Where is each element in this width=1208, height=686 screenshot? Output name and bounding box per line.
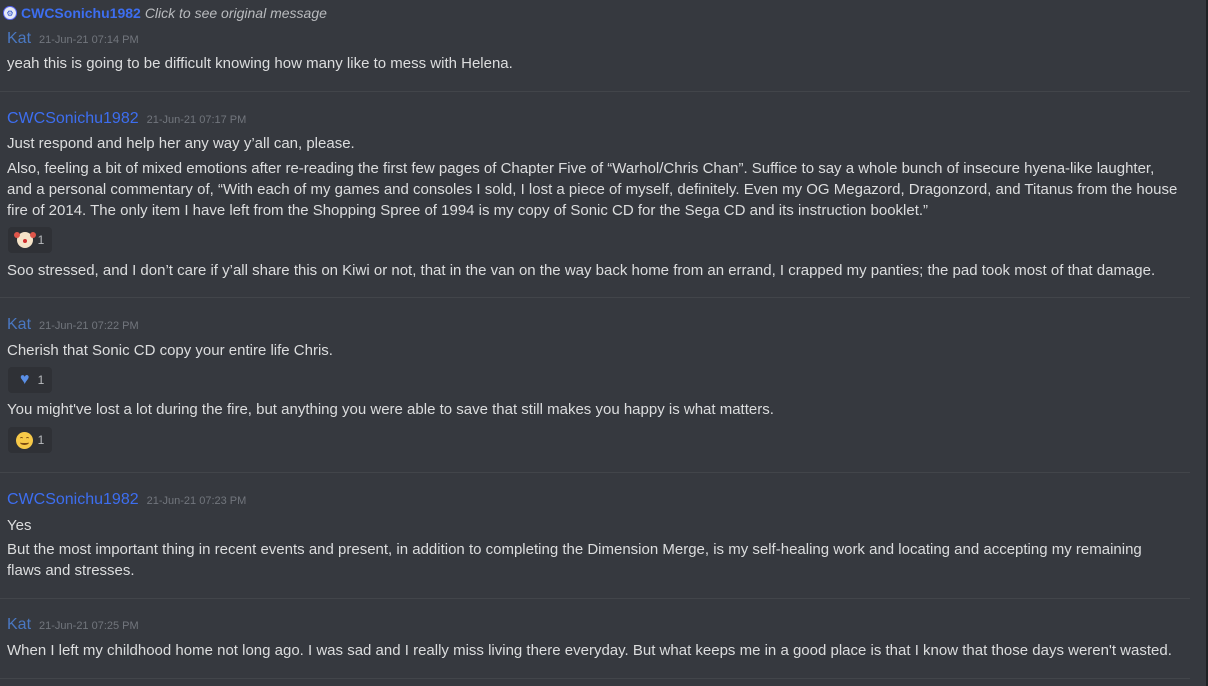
reply-avatar: ⚙: [3, 6, 17, 20]
message-header: Kat 21-Jun-21 07:22 PM: [7, 316, 139, 334]
message-divider: [0, 472, 1190, 473]
reaction-count: 1: [37, 373, 45, 387]
message-divider: [0, 678, 1190, 679]
message-text: flaws and stresses.: [7, 562, 135, 579]
message-header: CWCSonichu1982 21-Jun-21 07:17 PM: [7, 110, 246, 128]
message-text: fire of 2014. The only item I have left …: [7, 202, 929, 219]
reply-original-link[interactable]: Click to see original message: [145, 5, 327, 21]
message-divider: [0, 91, 1190, 92]
reply-reference[interactable]: ⚙ CWCSonichu1982 Click to see original m…: [3, 3, 327, 23]
message-text: yeah this is going to be difficult knowi…: [7, 55, 513, 72]
message-header: Kat 21-Jun-21 07:25 PM: [7, 616, 139, 634]
message-text: Also, feeling a bit of mixed emotions af…: [7, 160, 1155, 177]
message-text: Soo stressed, and I don’t care if y’all …: [7, 262, 1156, 279]
message-author[interactable]: Kat: [7, 616, 31, 634]
chat-log: ⚙ CWCSonichu1982 Click to see original m…: [0, 0, 1208, 686]
message-text: But the most important thing in recent e…: [7, 541, 1142, 558]
message-timestamp: 21-Jun-21 07:17 PM: [146, 114, 247, 126]
message-header: CWCSonichu1982 21-Jun-21 07:23 PM: [7, 491, 246, 509]
message-timestamp: 21-Jun-21 07:22 PM: [39, 320, 139, 332]
reaction-count: 1: [37, 433, 45, 447]
message-text: When I left my childhood home not long a…: [7, 642, 1172, 659]
reaction-blue-heart[interactable]: ♥ 1: [8, 367, 52, 393]
message-author[interactable]: Kat: [7, 316, 31, 334]
blue-heart-emoji-icon: ♥: [19, 371, 30, 388]
message-text: Yes: [7, 517, 32, 534]
message-timestamp: 21-Jun-21 07:25 PM: [39, 620, 139, 632]
message-author[interactable]: CWCSonichu1982: [7, 491, 139, 509]
message-text: Cherish that Sonic CD copy your entire l…: [7, 342, 333, 359]
smiling-face-emoji-icon: [16, 431, 34, 449]
message-timestamp: 21-Jun-21 07:14 PM: [39, 34, 139, 46]
message-author[interactable]: CWCSonichu1982: [7, 110, 139, 128]
message-author[interactable]: Kat: [7, 30, 31, 48]
reply-author[interactable]: CWCSonichu1982: [21, 5, 141, 21]
message-divider: [0, 598, 1190, 599]
message-text: Just respond and help her any way y’all …: [7, 135, 355, 152]
message-divider: [0, 297, 1190, 298]
reaction-clown[interactable]: 1: [8, 227, 52, 253]
reaction-smiling-face[interactable]: 1: [8, 427, 52, 453]
message-timestamp: 21-Jun-21 07:23 PM: [146, 495, 247, 507]
message-header: Kat 21-Jun-21 07:14 PM: [7, 30, 139, 48]
message-text: You might've lost a lot during the fire,…: [7, 401, 774, 418]
message-text: and a personal commentary of, “With each…: [7, 181, 1178, 198]
clown-emoji-icon: [13, 231, 36, 249]
reaction-count: 1: [37, 233, 45, 247]
